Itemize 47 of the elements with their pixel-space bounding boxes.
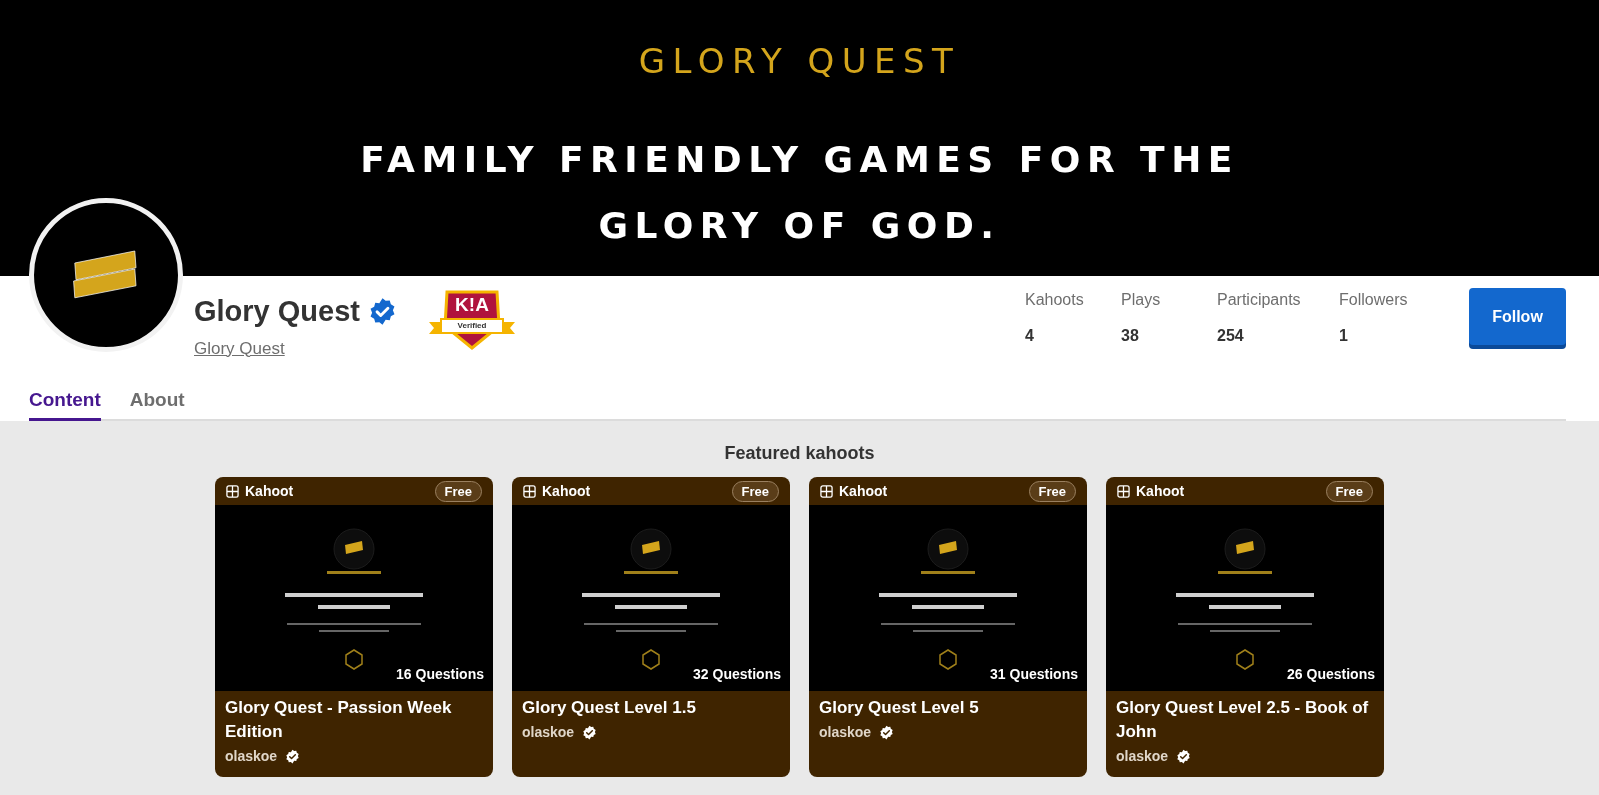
kahoot-card[interactable]: Kahoot Free 26 Questions Glory Quest Level 2.5 - Book of John olaskoe	[1106, 477, 1384, 777]
stat-label: Kahoots	[1025, 290, 1085, 310]
price-badge: Free	[1028, 480, 1076, 502]
stat-label: Plays	[1121, 290, 1162, 310]
question-count: 32 Questions	[693, 665, 781, 684]
price-badge: Free	[434, 480, 482, 502]
stat-label: Followers	[1339, 290, 1409, 310]
author-name: olaskoe	[522, 723, 575, 742]
stat-value: 1	[1339, 326, 1349, 346]
kahoot-card[interactable]: Kahoot Free 31 Questions Glory Quest Level 5 olaskoe	[809, 477, 1087, 777]
price-badge: Free	[1325, 480, 1373, 502]
card-type: Kahoot	[542, 481, 591, 501]
stat-value: 254	[1217, 326, 1245, 346]
grid-icon	[523, 484, 536, 498]
question-count: 31 Questions	[990, 665, 1078, 684]
tab[interactable]: Content	[29, 386, 101, 421]
card-title: Glory Quest Level 5	[819, 697, 980, 719]
card-title: Glory Quest Level 2.5 - Book of John	[1116, 697, 1370, 743]
grid-icon	[226, 484, 239, 498]
question-count: 16 Questions	[396, 665, 484, 684]
card-type: Kahoot	[245, 481, 294, 501]
card-title: Glory Quest - Passion Week Edition	[225, 697, 453, 743]
section-title: Featured kahoots	[724, 442, 875, 465]
banner-tagline: GLORY OF GOD.	[598, 204, 1001, 248]
author-name: olaskoe	[819, 723, 872, 742]
card-type: Kahoot	[1136, 481, 1185, 501]
grid-icon	[1117, 484, 1130, 498]
profile-name: Glory Quest	[194, 294, 360, 329]
stat-value: 38	[1121, 326, 1140, 346]
badge-logo: K!A	[454, 294, 490, 316]
card-title: Glory Quest Level 1.5	[522, 697, 697, 719]
grid-icon	[820, 484, 833, 498]
card-type: Kahoot	[839, 481, 888, 501]
price-badge: Free	[731, 480, 779, 502]
banner-tagline: FAMILY FRIENDLY GAMES FOR THE	[360, 138, 1239, 182]
kahoot-card[interactable]: Kahoot Free 16 Questions Glory Quest - Passion Week Edition olaskoe	[215, 477, 493, 777]
stat-value: 4	[1025, 326, 1035, 346]
ribbon-shield-icon	[427, 288, 517, 350]
tab[interactable]: About	[129, 386, 185, 421]
kahoot-card[interactable]: Kahoot Free 32 Questions Glory Quest Level 1.5 olaskoe	[512, 477, 790, 777]
author-name: olaskoe	[225, 747, 278, 766]
profile-link[interactable]: Glory Quest	[194, 335, 285, 361]
banner-title: GLORY QUEST	[638, 40, 961, 83]
stat-label: Participants	[1217, 290, 1302, 310]
author-name: olaskoe	[1116, 747, 1169, 766]
question-count: 26 Questions	[1287, 665, 1375, 684]
badge-label: Verified	[456, 320, 488, 332]
